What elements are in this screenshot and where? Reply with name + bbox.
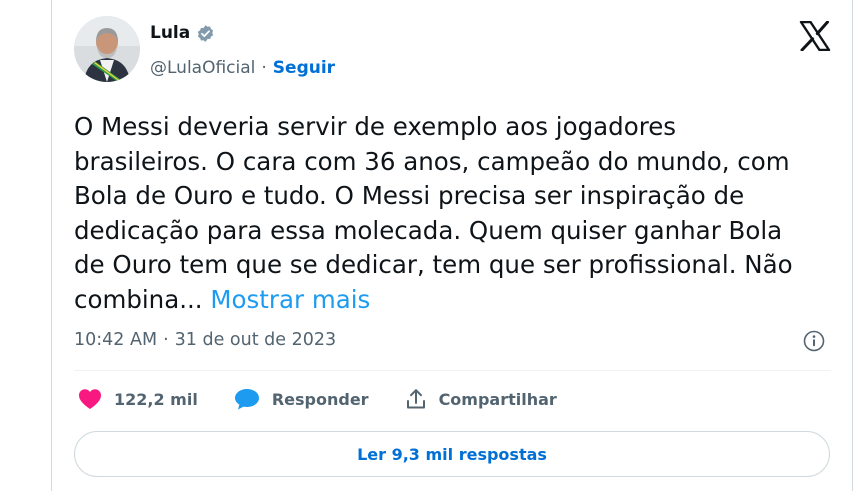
author-handle-row: @LulaOficial · Seguir	[150, 58, 335, 78]
author-name-row: Lula	[150, 23, 215, 43]
follow-button[interactable]: Seguir	[273, 58, 335, 78]
tweet-body: O Messi deveria servir de exemplo aos jo…	[74, 112, 793, 314]
info-icon[interactable]	[803, 330, 825, 352]
x-logo-icon[interactable]	[799, 20, 831, 52]
speech-bubble-icon	[234, 388, 260, 410]
reply-button[interactable]: Responder	[234, 388, 369, 410]
share-upload-icon	[405, 388, 427, 410]
action-bar: 122,2 mil Responder Compartilhar	[78, 388, 593, 410]
avatar-image	[74, 16, 140, 82]
like-count: 122,2 mil	[114, 389, 198, 409]
heart-icon	[78, 388, 102, 410]
author-handle[interactable]: @LulaOficial	[150, 58, 255, 78]
tweet-timestamp[interactable]: 10:42 AM · 31 de out de 2023	[74, 330, 336, 350]
tweet-time: 10:42 AM	[74, 330, 158, 350]
tweet-text: O Messi deveria servir de exemplo aos jo…	[74, 110, 834, 317]
show-more-link[interactable]: Mostrar mais	[210, 285, 370, 314]
verified-badge-icon	[196, 24, 215, 43]
timestamp-separator: ·	[163, 330, 169, 350]
tweet-date: 31 de out de 2023	[174, 330, 337, 350]
author-name[interactable]: Lula	[150, 23, 190, 43]
read-replies-label: Ler 9,3 mil respostas	[357, 444, 547, 464]
share-label: Compartilhar	[438, 389, 557, 409]
read-replies-button[interactable]: Ler 9,3 mil respostas	[74, 431, 830, 477]
divider	[74, 370, 831, 371]
avatar[interactable]	[74, 16, 140, 82]
reply-label: Responder	[271, 389, 369, 409]
like-button[interactable]: 122,2 mil	[78, 388, 198, 410]
handle-separator: ·	[261, 58, 267, 78]
share-button[interactable]: Compartilhar	[405, 388, 557, 410]
